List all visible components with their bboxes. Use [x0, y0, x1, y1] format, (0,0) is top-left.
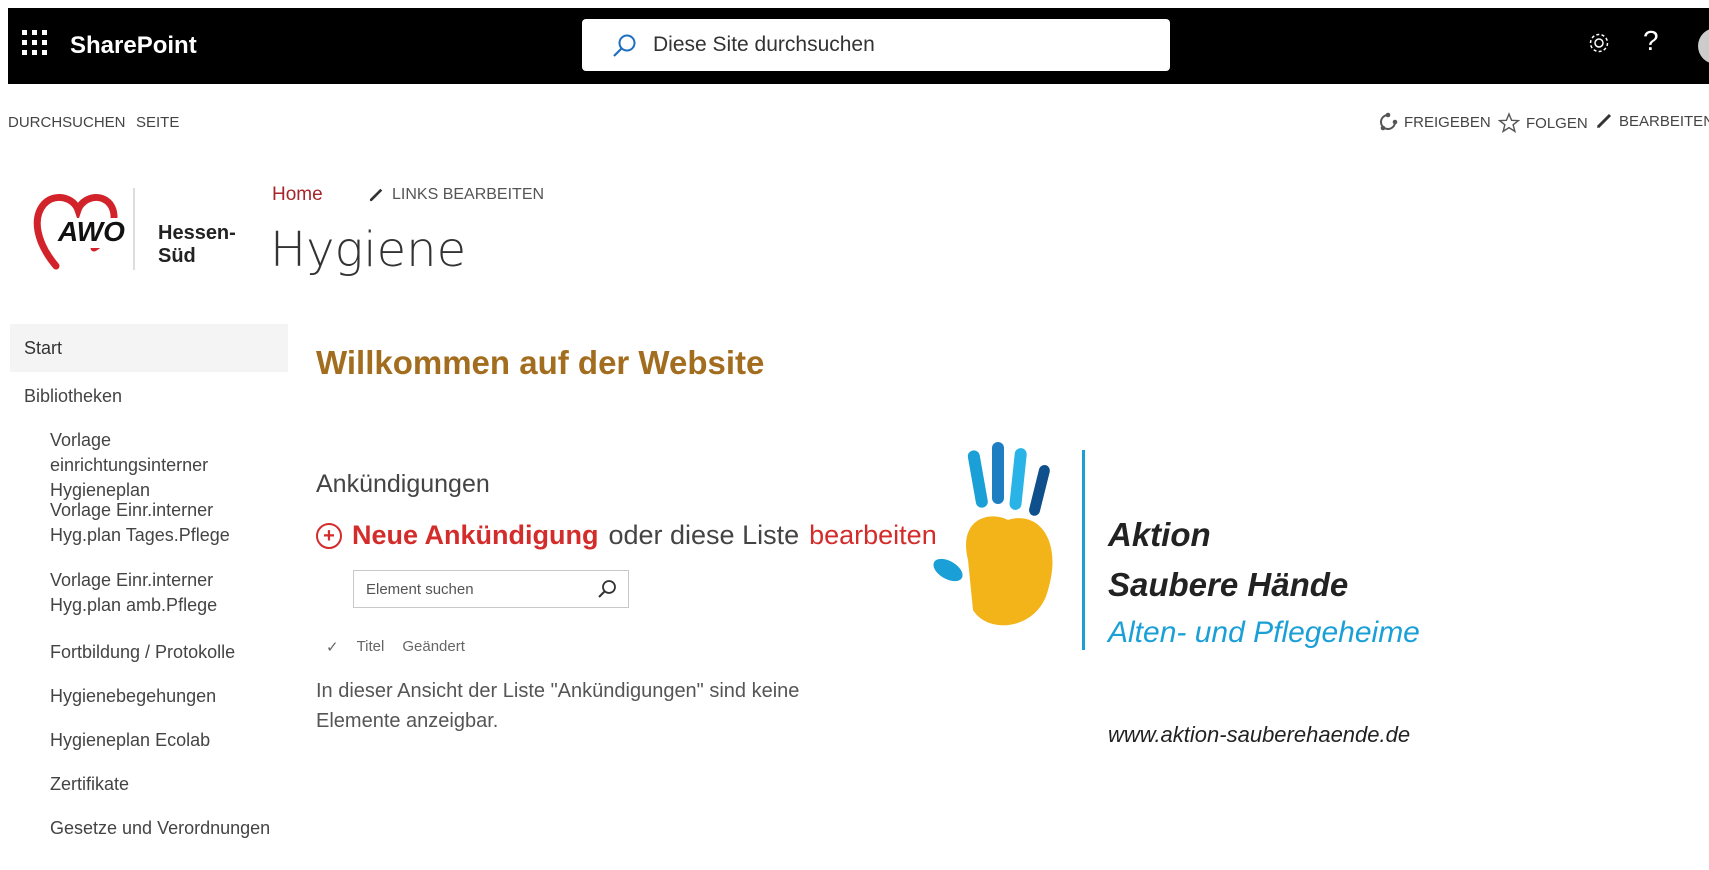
follow-button[interactable]: FOLGEN — [1498, 112, 1588, 134]
select-all-check-icon[interactable]: ✓ — [326, 638, 339, 656]
nav-item-vorlage-tagespflege[interactable]: Vorlage Einr.interner Hyg.plan Tages.Pfl… — [50, 498, 250, 548]
edit-links-button[interactable]: LINKS BEARBEITEN — [368, 186, 544, 204]
share-button[interactable]: FREIGEBEN — [1378, 112, 1491, 132]
nav-heading-bibliotheken[interactable]: Bibliotheken — [24, 384, 122, 409]
edit-list-link[interactable]: bearbeiten — [809, 520, 937, 551]
new-announcement-row: + Neue Ankündigung oder diese Liste bear… — [316, 520, 937, 551]
column-header-titel[interactable]: Titel — [357, 638, 385, 656]
item-search-input[interactable]: Element suchen — [353, 570, 629, 608]
ribbon: DURCHSUCHEN SEITE FREIGEBEN FOLGEN BEARB… — [0, 84, 1709, 156]
campaign-line2: Saubere Hände — [1108, 566, 1349, 603]
nav-item-fortbildung[interactable]: Fortbildung / Protokolle — [50, 640, 235, 665]
nav-item-vorlage-ambpflege[interactable]: Vorlage Einr.interner Hyg.plan amb.Pfleg… — [50, 568, 250, 618]
site-logo[interactable]: AWO Hessen-Süd — [28, 178, 253, 278]
site-search-placeholder: Diese Site durchsuchen — [653, 33, 875, 56]
follow-label: FOLGEN — [1526, 114, 1588, 132]
app-name[interactable]: SharePoint — [70, 32, 197, 60]
star-icon — [1498, 112, 1520, 133]
gear-icon[interactable] — [1586, 30, 1612, 56]
search-icon — [613, 34, 636, 57]
pencil-icon — [369, 188, 383, 202]
edit-links-label: LINKS BEARBEITEN — [392, 186, 545, 203]
suite-bar: SharePoint Diese Site durchsuchen ? — [8, 8, 1709, 84]
edit-page-label: BEARBEITEN — [1619, 112, 1709, 130]
share-icon — [1380, 112, 1398, 131]
logo-region-text: Hessen-Süd — [158, 222, 236, 267]
logo-brand-text: AWO — [58, 216, 125, 247]
pencil-icon — [1596, 113, 1612, 129]
campaign-url: www.aktion-sauberehaende.de — [1108, 722, 1411, 747]
item-search-placeholder: Element suchen — [366, 581, 474, 598]
announcements-title[interactable]: Ankündigungen — [316, 470, 490, 499]
campaign-line1: Aktion — [1108, 516, 1211, 553]
nav-item-start-label: Start — [24, 338, 63, 358]
nav-item-zertifikate[interactable]: Zertifikate — [50, 772, 129, 797]
nav-item-hygieneplan-ecolab[interactable]: Hygieneplan Ecolab — [50, 728, 210, 753]
nav-item-vorlage-hygieneplan[interactable]: Vorlage einrichtungsinterner Hygieneplan — [50, 428, 270, 503]
app-launcher-icon[interactable] — [22, 30, 52, 60]
column-header-geaendert[interactable]: Geändert — [402, 638, 465, 656]
share-label: FREIGEBEN — [1404, 113, 1491, 131]
add-icon[interactable]: + — [316, 522, 342, 549]
page-title[interactable]: Hygiene — [270, 222, 466, 278]
welcome-heading: Willkommen auf der Website — [316, 344, 765, 381]
new-announcement-middle-text: oder diese Liste — [608, 520, 800, 550]
site-search-input[interactable]: Diese Site durchsuchen — [582, 19, 1170, 71]
help-icon[interactable]: ? — [1643, 25, 1659, 57]
tab-durchsuchen[interactable]: DURCHSUCHEN — [8, 114, 126, 131]
nav-item-gesetze[interactable]: Gesetze und Verordnungen — [50, 816, 270, 841]
nav-item-hygienebegehungen[interactable]: Hygienebegehungen — [50, 684, 216, 709]
list-column-headers: ✓ Titel Geändert — [326, 638, 465, 656]
avatar[interactable] — [1698, 28, 1709, 64]
campaign-line3: Alten- und Pflegeheime — [1108, 616, 1420, 649]
edit-page-button[interactable]: BEARBEITEN — [1595, 112, 1709, 130]
new-announcement-link[interactable]: Neue Ankündigung — [352, 520, 598, 551]
campaign-divider — [1082, 450, 1085, 650]
hand-print-image — [933, 442, 1053, 626]
search-icon[interactable] — [596, 578, 618, 600]
tab-seite[interactable]: SEITE — [136, 114, 179, 131]
breadcrumb-home[interactable]: Home — [272, 184, 323, 206]
nav-item-start[interactable]: Start — [10, 324, 288, 372]
empty-list-message: In dieser Ansicht der Liste "Ankündigung… — [316, 680, 800, 732]
